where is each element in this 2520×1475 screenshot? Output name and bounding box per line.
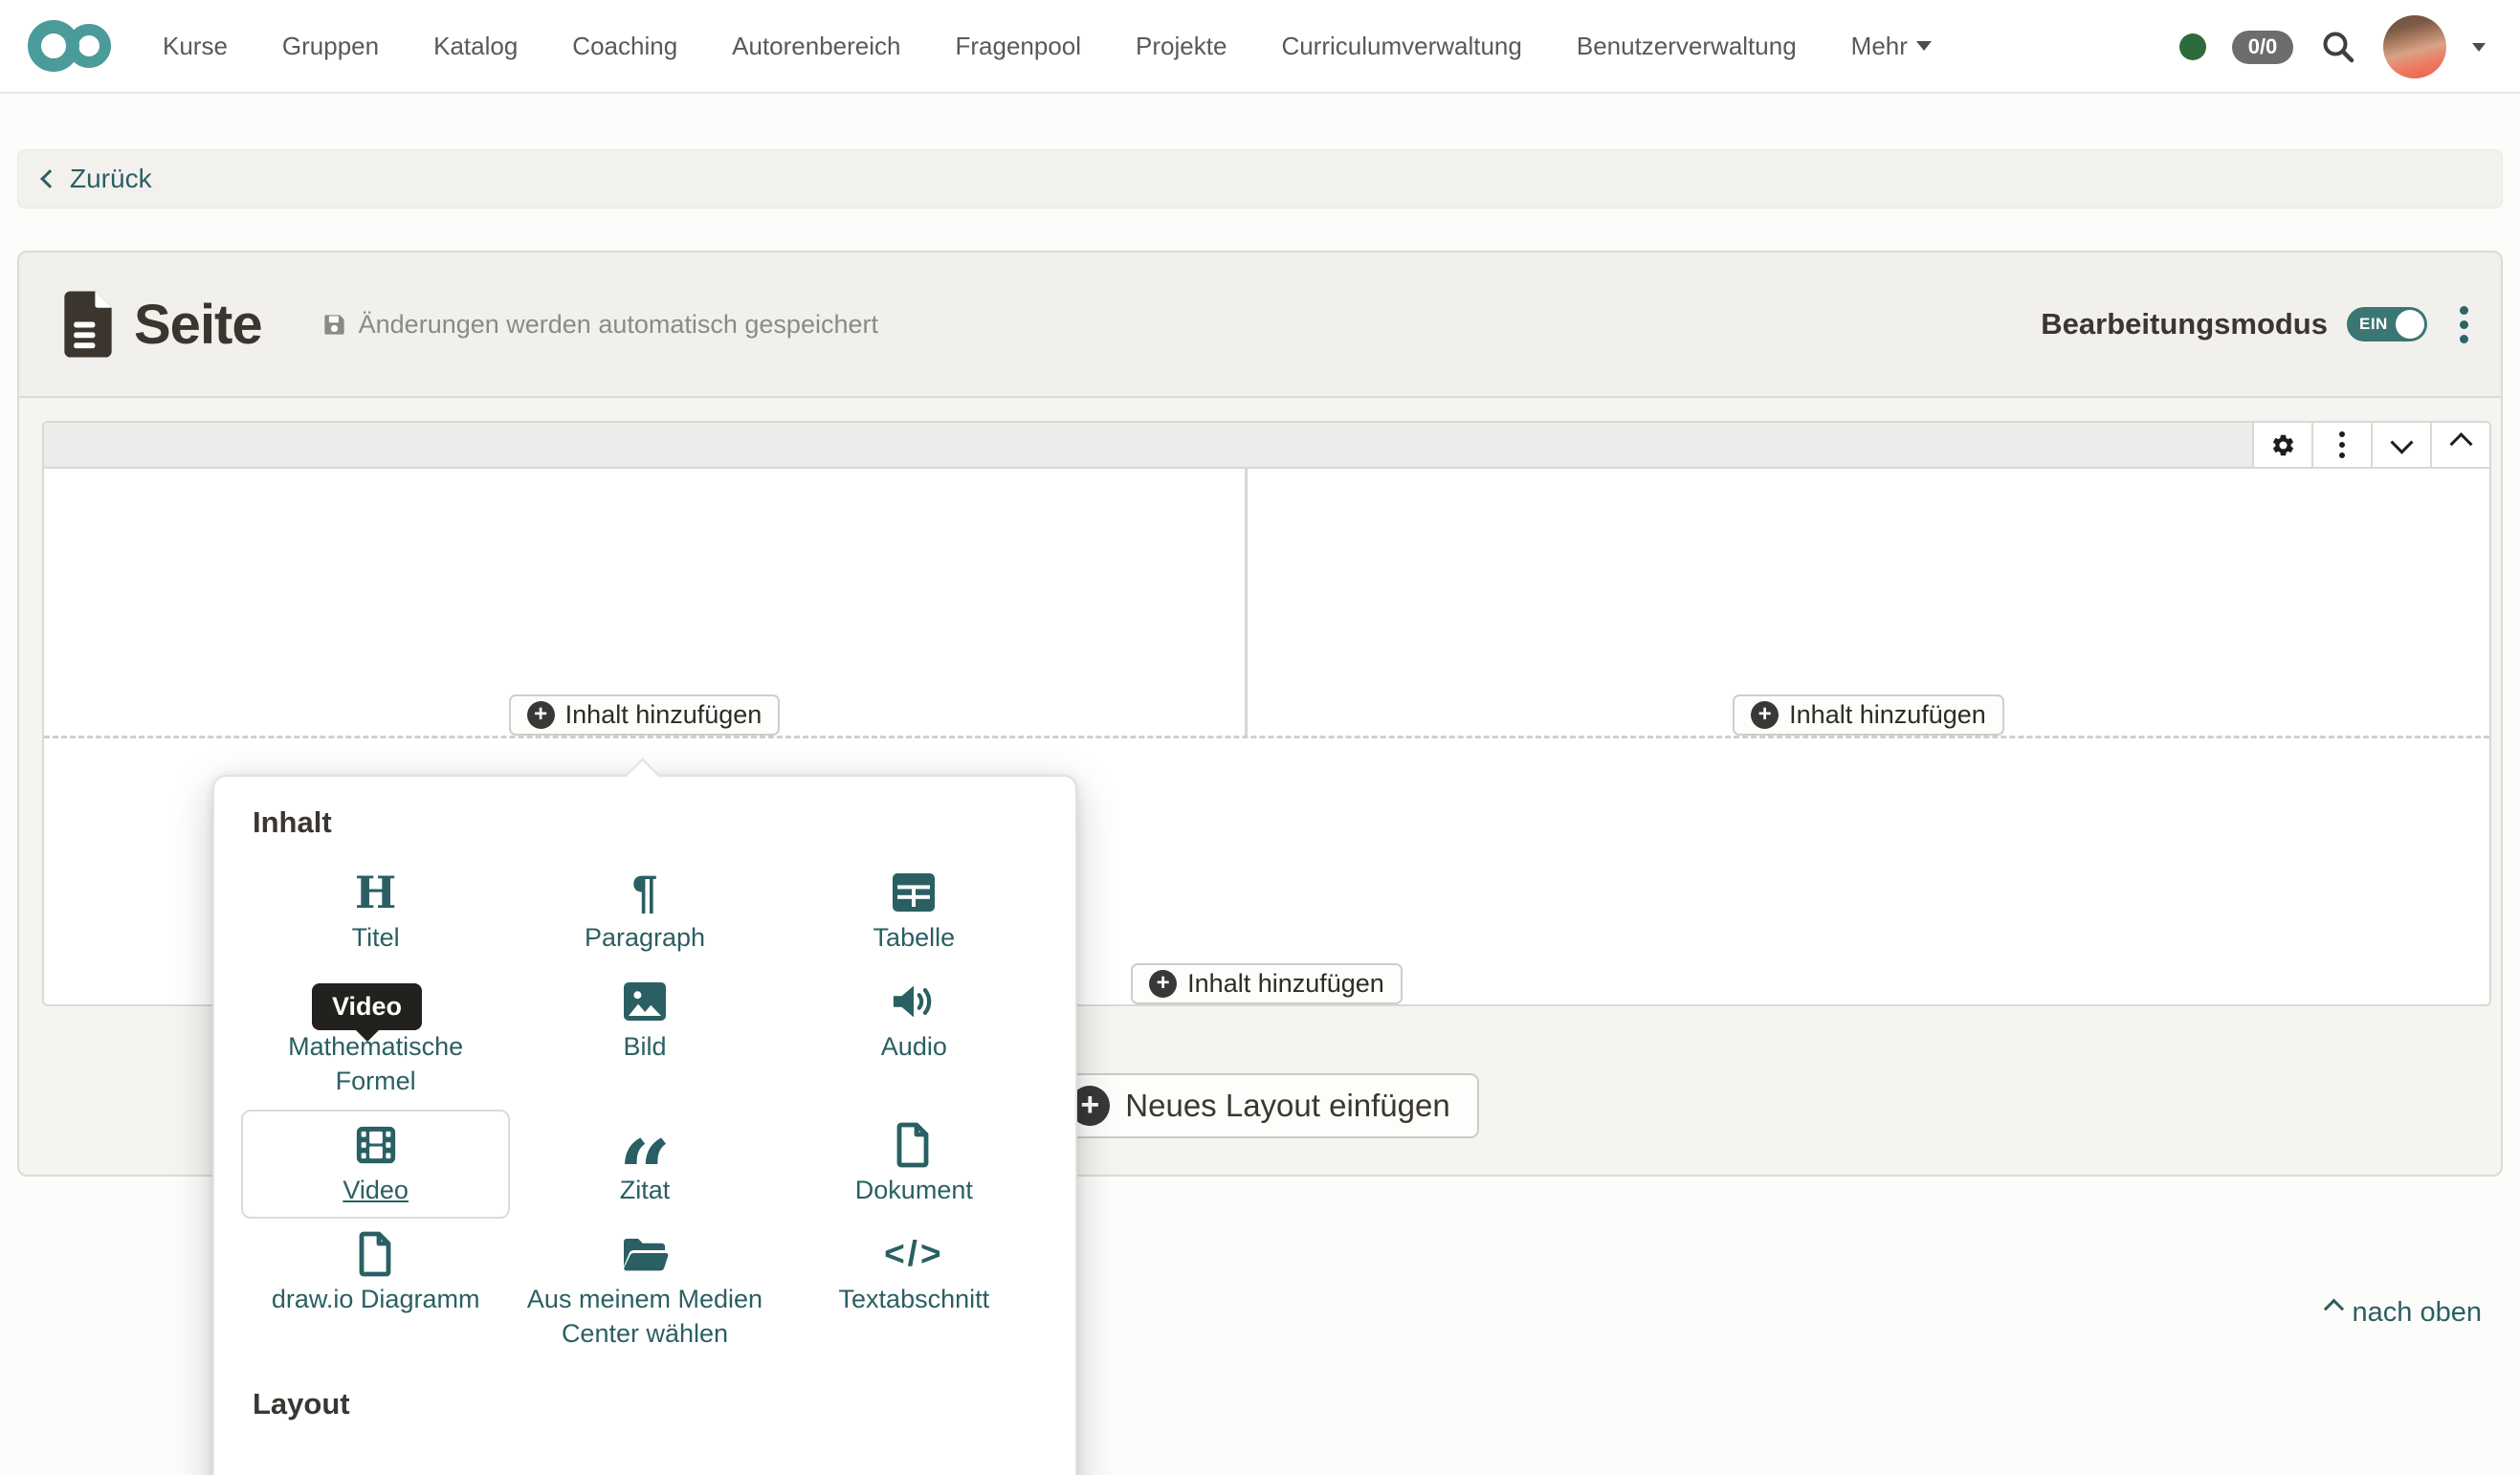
- popup-item-medien-center[interactable]: Aus meinem Medien Center wählen: [510, 1219, 779, 1362]
- nav-item-curriculumverwaltung[interactable]: Curriculumverwaltung: [1281, 32, 1521, 61]
- popup-item-audio[interactable]: Audio: [780, 966, 1049, 1110]
- drawio-file-icon: [359, 1231, 391, 1277]
- quote-icon: “: [618, 1120, 672, 1228]
- add-content-popup: Inhalt H Titel ¶ Paragraph Tabelle √x: [212, 758, 1077, 1475]
- layout-column-2-dropzone: + Inhalt hinzufügen: [1248, 469, 2489, 736]
- save-icon: [324, 314, 344, 335]
- video-tooltip: Video: [312, 983, 423, 1030]
- autosave-text: Änderungen werden automatisch gespeicher…: [358, 309, 878, 339]
- page-title-group: Seite: [59, 289, 263, 360]
- autosave-note: Änderungen werden automatisch gespeicher…: [321, 310, 878, 340]
- plus-icon: +: [1751, 701, 1779, 729]
- video-icon: [356, 1126, 395, 1164]
- add-content-label: Inhalt hinzufügen: [564, 700, 763, 729]
- chevron-up-icon: [2323, 1298, 2344, 1319]
- breadcrumb-bar: Zurück: [17, 149, 2503, 209]
- page-options-kebab-menu[interactable]: [2456, 302, 2472, 347]
- chevron-down-icon: [1915, 41, 1932, 51]
- add-content-button-col2[interactable]: + Inhalt hinzufügen: [1733, 694, 2004, 736]
- edit-mode-group: Bearbeitungsmodus EIN: [2041, 302, 2472, 347]
- insert-new-layout-button[interactable]: + Neues Layout einfügen: [1041, 1073, 1479, 1138]
- chat-count-badge[interactable]: 0/0: [2232, 30, 2293, 64]
- nav-item-katalog[interactable]: Katalog: [433, 32, 518, 61]
- layout-row-1: + Inhalt hinzufügen + Inhalt hinzufügen: [44, 469, 2489, 738]
- separator-icon: ↔: [349, 1445, 402, 1475]
- media-center-folder-icon: [623, 1239, 669, 1271]
- back-to-top-label: nach oben: [2352, 1297, 2482, 1328]
- toggle-state-label: EIN: [2359, 315, 2388, 333]
- layout-block-toolbar: [44, 423, 2489, 469]
- add-content-button-col1[interactable]: + Inhalt hinzufügen: [508, 694, 781, 736]
- back-to-top-link[interactable]: nach oben: [2323, 1297, 2482, 1329]
- kebab-icon: [2339, 431, 2345, 458]
- new-layout-label: Neues Layout einfügen: [1125, 1088, 1450, 1123]
- table-icon: [893, 873, 936, 912]
- layout-column-1-dropzone: + Inhalt hinzufügen: [44, 469, 1248, 736]
- nav-item-benutzerverwaltung[interactable]: Benutzerverwaltung: [1577, 32, 1797, 61]
- nav-item-coaching[interactable]: Coaching: [572, 32, 677, 61]
- page-editor-header: Seite Änderungen werden automatisch gesp…: [19, 253, 2501, 398]
- nav-mehr-label: Mehr: [1850, 31, 1908, 60]
- heading-icon: H: [354, 867, 397, 918]
- popup-item-titel[interactable]: H Titel: [241, 857, 510, 966]
- layout-more-options-button[interactable]: [2311, 423, 2371, 467]
- image-icon: [623, 982, 666, 1021]
- plus-icon: +: [526, 701, 555, 729]
- popup-item-separator[interactable]: ↔ Separator: [241, 1439, 510, 1475]
- toggle-knob: [2396, 310, 2424, 339]
- popup-item-zitat[interactable]: “ Zitat: [510, 1110, 779, 1228]
- online-status-dot: [2179, 33, 2206, 60]
- plus-icon: +: [1149, 970, 1178, 998]
- back-button[interactable]: Zurück: [40, 164, 152, 194]
- navbar-right-cluster: 0/0: [2179, 0, 2486, 94]
- text-section-icon: </>: [884, 1234, 944, 1273]
- chevron-up-icon: [2448, 431, 2473, 455]
- openolat-infinity-logo[interactable]: [25, 15, 121, 77]
- layout-items-grid: ↔ Separator: [241, 1439, 1049, 1475]
- main-menu: Kurse Gruppen Katalog Coaching Autorenbe…: [163, 32, 1932, 61]
- move-layout-up-button[interactable]: [2430, 423, 2489, 467]
- edit-mode-toggle[interactable]: EIN: [2347, 307, 2427, 341]
- paragraph-icon: ¶: [631, 867, 658, 918]
- content-items-grid: H Titel ¶ Paragraph Tabelle √x Mathemati…: [241, 857, 1049, 1362]
- top-navbar: Kurse Gruppen Katalog Coaching Autorenbe…: [0, 0, 2520, 94]
- gear-icon: [2272, 434, 2293, 455]
- popup-item-textabschnitt[interactable]: </> Textabschnitt: [780, 1219, 1049, 1362]
- add-content-label: Inhalt hinzufügen: [1187, 969, 1384, 998]
- add-content-button-row2[interactable]: + Inhalt hinzufügen: [1131, 963, 1403, 1004]
- page-document-icon: [64, 291, 112, 358]
- popup-section-layout-title: Layout: [253, 1387, 350, 1420]
- add-content-label: Inhalt hinzufügen: [1789, 700, 1986, 729]
- document-icon: [896, 1122, 929, 1168]
- popup-item-drawio-diagramm[interactable]: draw.io Diagramm: [241, 1219, 510, 1362]
- popup-section-inhalt-title: Inhalt: [253, 805, 332, 839]
- search-button[interactable]: [2319, 28, 2357, 66]
- chevron-down-icon: [2389, 430, 2414, 454]
- popup-item-paragraph[interactable]: ¶ Paragraph: [510, 857, 779, 966]
- nav-item-kurse[interactable]: Kurse: [163, 32, 228, 61]
- popup-item-tabelle[interactable]: Tabelle: [780, 857, 1049, 966]
- popup-item-video[interactable]: Video: [241, 1110, 511, 1219]
- layout-settings-button[interactable]: [2252, 423, 2311, 467]
- edit-mode-label: Bearbeitungsmodus: [2041, 307, 2328, 341]
- move-layout-down-button[interactable]: [2371, 423, 2430, 467]
- popup-item-bild[interactable]: Bild: [510, 966, 779, 1110]
- user-menu-caret[interactable]: [2472, 42, 2486, 52]
- nav-item-mehr[interactable]: Mehr: [1851, 32, 1932, 61]
- kebab-icon: [2460, 305, 2468, 315]
- popup-item-dokument[interactable]: Dokument: [780, 1110, 1049, 1219]
- audio-icon: [894, 985, 932, 1018]
- search-icon: [2323, 32, 2354, 63]
- back-label: Zurück: [70, 164, 152, 193]
- user-avatar[interactable]: [2383, 15, 2446, 78]
- nav-item-autorenbereich[interactable]: Autorenbereich: [732, 32, 900, 61]
- nav-item-fragenpool[interactable]: Fragenpool: [956, 32, 1082, 61]
- page-title: Seite: [134, 293, 263, 356]
- chevron-left-icon: [40, 169, 59, 188]
- chevron-down-icon: [2472, 42, 2486, 52]
- nav-item-projekte[interactable]: Projekte: [1136, 32, 1227, 61]
- nav-item-gruppen[interactable]: Gruppen: [282, 32, 379, 61]
